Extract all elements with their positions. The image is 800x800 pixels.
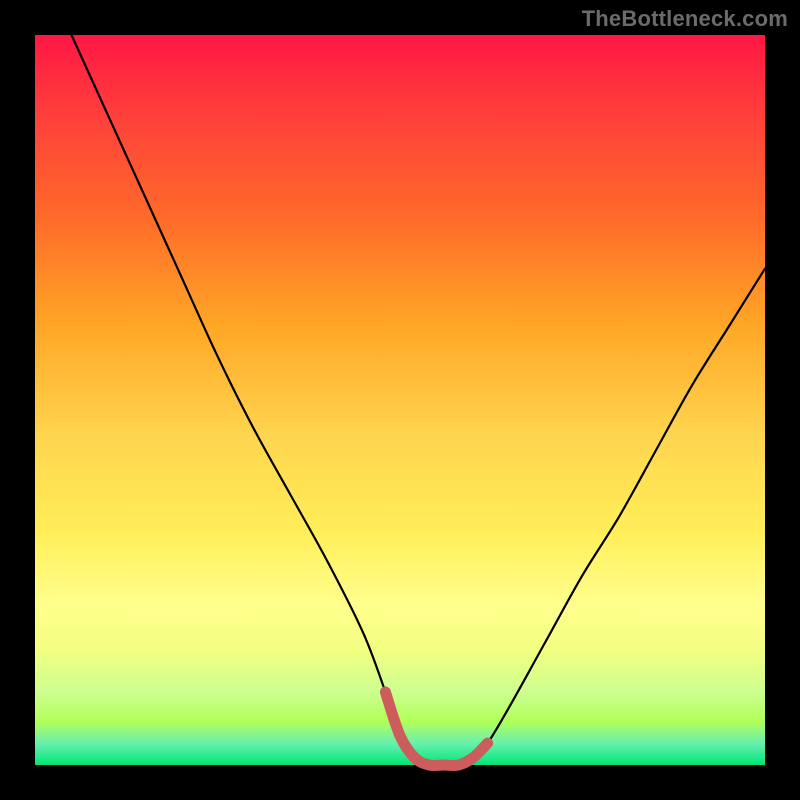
watermark-text: TheBottleneck.com [582,6,788,32]
curve-layer [0,0,800,800]
bottleneck-curve [72,35,766,766]
chart-frame: TheBottleneck.com [0,0,800,800]
optimal-range-highlight [385,692,487,766]
